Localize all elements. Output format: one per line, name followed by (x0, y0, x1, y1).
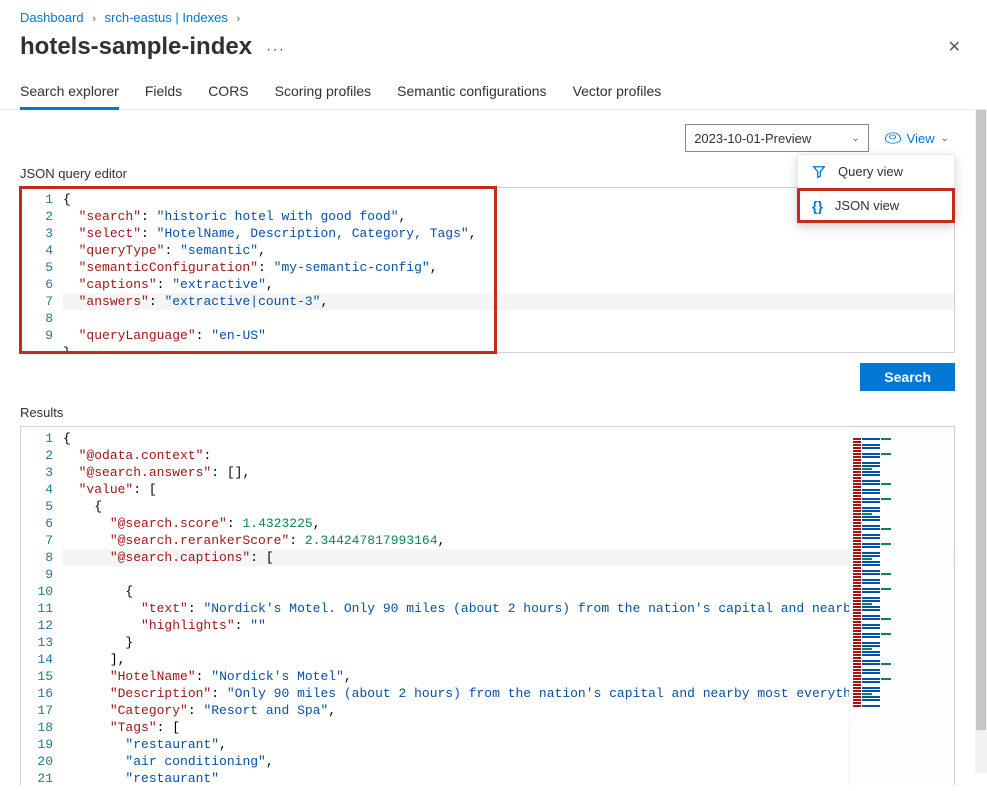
editor-gutter: 123456789 (21, 188, 63, 352)
scrollbar-thumb[interactable] (976, 110, 986, 730)
api-version-select[interactable]: 2023-10-01-Preview ⌄ (685, 124, 868, 152)
tab-cors[interactable]: CORS (208, 73, 248, 109)
tab-bar: Search explorer Fields CORS Scoring prof… (0, 73, 987, 110)
eye-icon (885, 132, 901, 143)
breadcrumb-sep: › (236, 13, 240, 25)
breadcrumb-link-service[interactable]: srch-eastus | Indexes (105, 10, 228, 25)
dropdown-label: Query view (838, 164, 903, 179)
chevron-down-icon: ⌄ (941, 133, 949, 144)
dropdown-query-view[interactable]: Query view (798, 155, 954, 188)
view-button[interactable]: View ⌄ (879, 126, 955, 150)
view-label: View (907, 131, 935, 146)
chevron-down-icon: ⌄ (851, 133, 859, 144)
results-viewer[interactable]: 12345678910111213141516171819202122 { "@… (20, 426, 955, 785)
dropdown-json-view[interactable]: {} JSON view (798, 189, 954, 222)
editor-gutter: 12345678910111213141516171819202122 (21, 427, 63, 785)
breadcrumb-sep: › (92, 13, 96, 25)
braces-icon: {} (812, 199, 823, 213)
tab-vector-profiles[interactable]: Vector profiles (573, 73, 662, 109)
view-dropdown: Query view {} JSON view (797, 154, 955, 223)
api-version-value: 2023-10-01-Preview (694, 131, 811, 146)
tab-semantic-configurations[interactable]: Semantic configurations (397, 73, 546, 109)
editor-code[interactable]: { "@odata.context": "@search.answers": [… (63, 427, 954, 785)
editor-minimap[interactable] (849, 428, 953, 785)
breadcrumb-link-dashboard[interactable]: Dashboard (20, 10, 84, 25)
breadcrumb: Dashboard › srch-eastus | Indexes › (0, 0, 987, 27)
funnel-icon (812, 165, 826, 179)
tab-fields[interactable]: Fields (145, 73, 182, 109)
page-title: hotels-sample-index (20, 33, 252, 61)
page-header: hotels-sample-index ··· ✕ (0, 27, 987, 73)
search-button[interactable]: Search (860, 363, 955, 391)
scrollbar-vertical[interactable] (975, 110, 987, 773)
close-button[interactable]: ✕ (942, 31, 967, 63)
results-label: Results (20, 405, 955, 420)
more-button[interactable]: ··· (266, 41, 285, 59)
toolbar: 2023-10-01-Preview ⌄ View ⌄ Query view {… (20, 110, 955, 158)
tab-search-explorer[interactable]: Search explorer (20, 73, 119, 109)
dropdown-label: JSON view (835, 198, 899, 213)
tab-scoring-profiles[interactable]: Scoring profiles (275, 73, 372, 109)
